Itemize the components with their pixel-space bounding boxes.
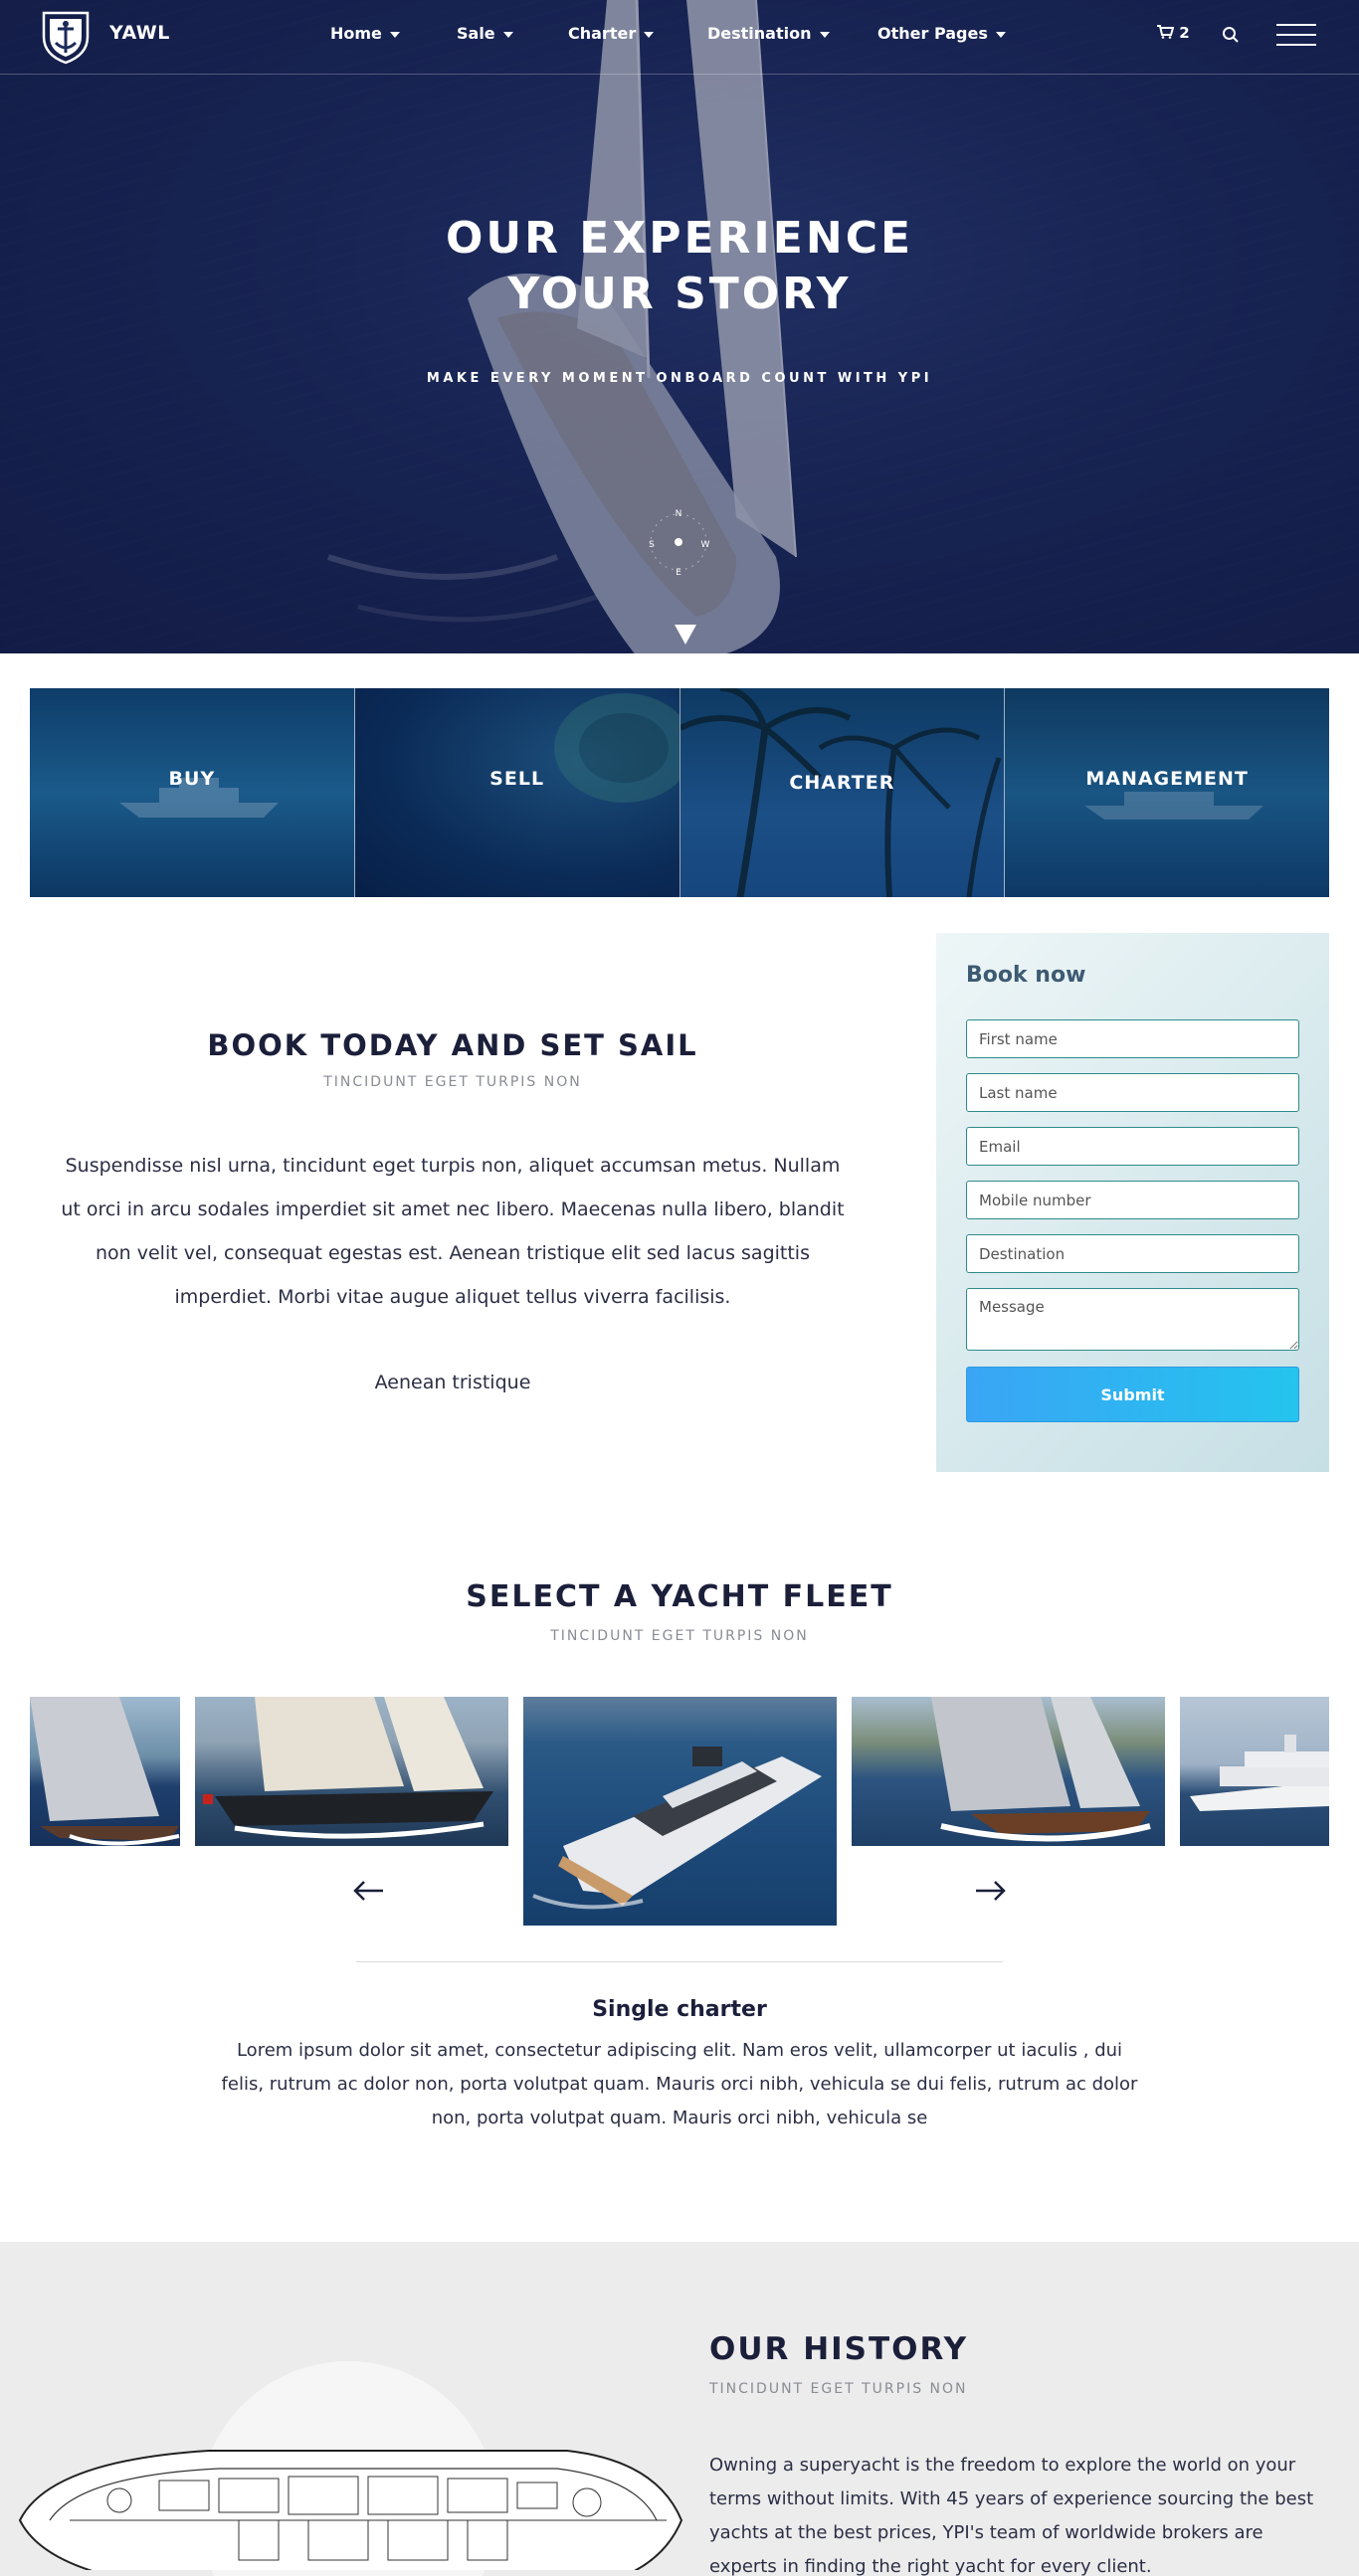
fleet-slide[interactable] <box>30 1697 180 1846</box>
nav-sale-label: Sale <box>457 24 495 43</box>
yacht-silhouette-image <box>119 778 279 818</box>
top-navbar: YAWL Home Sale Charter Destination Other… <box>0 0 1359 75</box>
fleet-divider <box>356 1961 1003 1962</box>
sailing-yacht-image <box>931 1697 1151 1842</box>
shield-anchor-icon[interactable] <box>38 9 94 65</box>
sailing-yacht-image <box>203 1697 493 1839</box>
fleet-slide-active[interactable] <box>523 1697 837 1926</box>
history-title: OUR HISTORY <box>709 2331 969 2367</box>
sailing-yacht-image <box>30 1697 180 1846</box>
history-subtitle: TINCIDUNT EGET TURPIS NON <box>709 2381 968 2397</box>
fleet-section-subtitle: TINCIDUNT EGET TURPIS NON <box>550 1628 809 1644</box>
nav-charter[interactable]: Charter <box>568 24 655 43</box>
first-name-field[interactable] <box>966 1019 1299 1058</box>
nav-charter-label: Charter <box>568 24 637 43</box>
nav-home[interactable]: Home <box>330 24 400 43</box>
book-section-subtitle: TINCIDUNT EGET TURPIS NON <box>323 1074 582 1090</box>
hero-subtitle: MAKE EVERY MOMENT ONBOARD COUNT WITH YPI <box>426 371 933 386</box>
yacht-silhouette-image <box>1084 792 1264 820</box>
destination-field[interactable] <box>966 1234 1299 1273</box>
hero-title-line2: YOUR STORY <box>507 269 852 319</box>
fleet-slide[interactable] <box>1180 1697 1329 1846</box>
booking-form: Book now Submit <box>936 933 1329 1472</box>
tile-charter-label: CHARTER <box>789 772 895 794</box>
arrow-right-icon[interactable] <box>974 1878 1008 1904</box>
chevron-down-icon <box>502 31 513 38</box>
tile-management-label: MANAGEMENT <box>1085 768 1249 790</box>
compass-s: S <box>649 540 655 550</box>
nav-destination-label: Destination <box>707 24 812 43</box>
brand-name[interactable]: YAWL <box>109 22 170 44</box>
history-section: OUR HISTORY TINCIDUNT EGET TURPIS NON Ow… <box>0 2242 1359 2576</box>
book-section-body: Suspendisse nisl urna, tincidunt eget tu… <box>61 1155 845 1308</box>
yacht-deck-plan-image <box>18 2450 683 2570</box>
mobile-number-field[interactable] <box>966 1181 1299 1219</box>
compass-w: W <box>701 540 710 550</box>
book-section-title: BOOK TODAY AND SET SAIL <box>207 1028 698 1062</box>
chevron-down-icon <box>819 31 830 38</box>
chevron-down-icon <box>644 31 655 38</box>
service-tiles: BUY SELL CHARTER MANAGEMENT <box>30 688 1329 897</box>
message-field[interactable] <box>966 1288 1299 1351</box>
compass-icon: N W E S <box>649 509 710 578</box>
fleet-slide[interactable] <box>852 1697 1165 1846</box>
history-body: Owning a superyacht is the freedom to ex… <box>709 2455 1314 2576</box>
fleet-item-description: Lorem ipsum dolor sit amet, consectetur … <box>221 2040 1138 2128</box>
hamburger-icon[interactable] <box>1276 22 1316 48</box>
booking-form-title: Book now <box>966 963 1086 988</box>
email-field[interactable] <box>966 1127 1299 1166</box>
scroll-down-arrow-icon[interactable] <box>675 625 696 644</box>
tile-management[interactable]: MANAGEMENT <box>1005 688 1329 897</box>
nav-other-pages-label: Other Pages <box>877 24 988 43</box>
tile-sell-label: SELL <box>489 768 545 790</box>
book-section-body-extra: Aenean tristique <box>374 1372 531 1393</box>
cart-icon <box>1157 25 1175 39</box>
fleet-section-title: SELECT A YACHT FLEET <box>466 1579 893 1614</box>
nav-home-label: Home <box>330 24 382 43</box>
fleet-item-name: Single charter <box>592 1997 767 2022</box>
cart-count: 2 <box>1179 24 1190 42</box>
hero-title-line1: OUR EXPERIENCE <box>445 213 914 264</box>
tile-buy[interactable]: BUY <box>30 688 355 897</box>
reef-aerial-image <box>553 693 680 803</box>
tile-buy-label: BUY <box>168 768 216 790</box>
cart-button[interactable]: 2 <box>1156 24 1190 42</box>
nav-sale[interactable]: Sale <box>457 24 513 43</box>
fleet-slide[interactable] <box>195 1697 508 1846</box>
motor-yacht-image <box>1190 1735 1329 1811</box>
last-name-field[interactable] <box>966 1073 1299 1112</box>
tile-sell[interactable]: SELL <box>354 688 680 897</box>
arrow-left-icon[interactable] <box>351 1878 385 1904</box>
chevron-down-icon <box>995 31 1006 38</box>
submit-button[interactable]: Submit <box>966 1367 1299 1422</box>
tile-charter[interactable]: CHARTER <box>680 688 1006 897</box>
search-icon[interactable] <box>1222 26 1240 44</box>
hero-section: YAWL Home Sale Charter Destination Other… <box>0 0 1359 653</box>
chevron-down-icon <box>389 31 400 38</box>
motor-yacht-image <box>532 1747 822 1910</box>
nav-destination[interactable]: Destination <box>707 24 830 43</box>
nav-other-pages[interactable]: Other Pages <box>877 24 1006 43</box>
